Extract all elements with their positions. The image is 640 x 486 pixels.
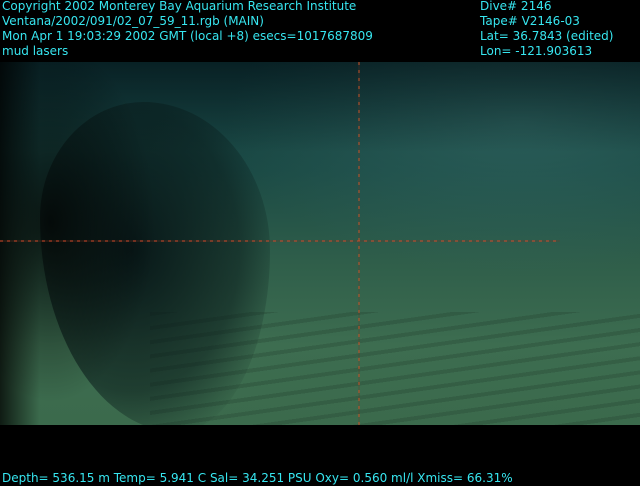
tape-line: Tape# V2146-03 bbox=[480, 14, 580, 28]
annotation-line: mud lasers bbox=[2, 44, 69, 58]
underwater-scene bbox=[0, 62, 640, 425]
dive-line: Dive# 2146 bbox=[480, 0, 552, 13]
vertical-laser-line bbox=[358, 62, 360, 425]
top-left-info: Copyright 2002 Monterey Bay Aquarium Res… bbox=[2, 0, 373, 59]
left-edge-shade bbox=[0, 62, 40, 425]
file-line: Ventana/2002/091/02_07_59_11.rgb (MAIN) bbox=[2, 14, 264, 28]
latitude-line: Lat= 36.7843 (edited) bbox=[480, 29, 614, 43]
sensor-line: Depth= 536.15 m Temp= 5.941 C Sal= 34.25… bbox=[2, 471, 513, 485]
timestamp-line: Mon Apr 1 19:03:29 2002 GMT (local +8) e… bbox=[2, 29, 373, 43]
sensor-readout: Depth= 536.15 m Temp= 5.941 C Sal= 34.25… bbox=[2, 471, 513, 486]
video-frame: Copyright 2002 Monterey Bay Aquarium Res… bbox=[0, 0, 640, 486]
copyright-line: Copyright 2002 Monterey Bay Aquarium Res… bbox=[2, 0, 357, 13]
longitude-line: Lon= -121.903613 bbox=[480, 44, 593, 58]
horizontal-laser-line bbox=[0, 240, 560, 242]
top-right-info: Dive# 2146 Tape# V2146-03 Lat= 36.7843 (… bbox=[480, 0, 613, 59]
